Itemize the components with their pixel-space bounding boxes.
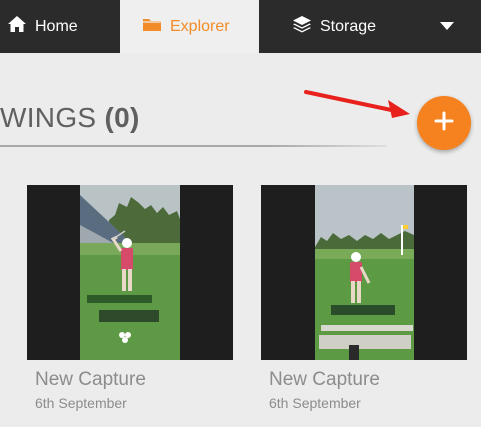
section-count: (0)	[104, 102, 140, 133]
capture-title: New Capture	[269, 369, 380, 390]
home-icon	[7, 14, 27, 39]
plus-icon	[434, 111, 454, 136]
capture-card[interactable]: New Capture 6th September	[261, 185, 467, 411]
section-title: WINGS (0)	[0, 101, 140, 135]
section-divider	[0, 145, 387, 147]
capture-thumbnail[interactable]	[27, 185, 233, 360]
annotation-arrow	[304, 90, 410, 118]
section-title-word: WINGS	[0, 102, 97, 133]
add-capture-button[interactable]	[417, 96, 471, 150]
layers-icon	[292, 14, 312, 39]
tab-home-label: Home	[35, 17, 78, 35]
capture-date: 6th September	[35, 395, 127, 411]
tab-explorer[interactable]: Explorer	[120, 0, 259, 53]
top-nav-bar: Home Explorer Storage	[0, 0, 481, 53]
tab-home[interactable]: Home	[0, 0, 112, 53]
folder-icon	[142, 15, 162, 38]
tab-explorer-label: Explorer	[170, 17, 230, 35]
capture-thumbnail[interactable]	[261, 185, 467, 360]
capture-title: New Capture	[35, 369, 146, 390]
capture-date: 6th September	[269, 395, 361, 411]
tab-storage[interactable]: Storage	[259, 0, 419, 53]
nav-dropdown-toggle[interactable]	[432, 0, 462, 53]
caret-down-icon	[439, 18, 455, 36]
capture-card[interactable]: New Capture 6th September	[27, 185, 233, 411]
tab-storage-label: Storage	[320, 17, 377, 35]
